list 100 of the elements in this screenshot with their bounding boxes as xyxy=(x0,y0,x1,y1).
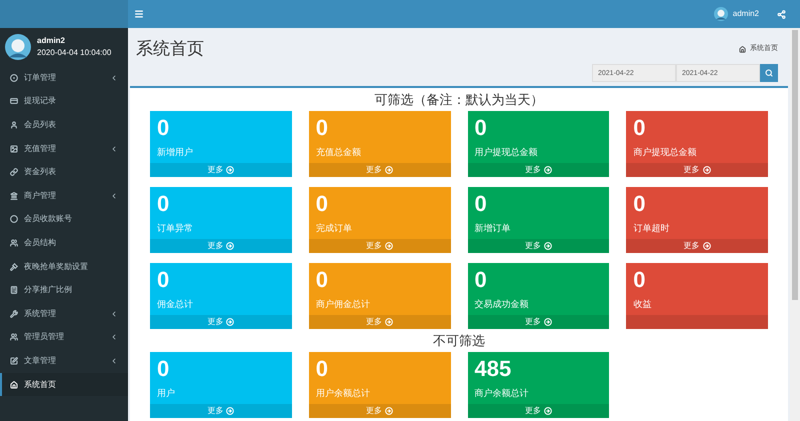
stat-label: 用户提现总金额 xyxy=(474,146,538,159)
home-icon xyxy=(10,380,18,389)
sidebar-item[interactable]: 系统管理 xyxy=(0,302,128,326)
calculator-icon xyxy=(10,286,18,294)
sidebar-item[interactable]: 分享推广比例 xyxy=(0,278,128,302)
scrollbar-thumb[interactable] xyxy=(792,30,798,300)
sidebar-item[interactable]: 文章管理 xyxy=(0,349,128,373)
bank-icon xyxy=(10,192,18,200)
target-icon xyxy=(10,74,18,82)
stat-value: 0 xyxy=(157,267,170,293)
more-link[interactable]: 更多 xyxy=(684,164,711,176)
sidebar-item[interactable]: 会员收款账号 xyxy=(0,208,128,232)
sidebar-item[interactable]: 系统首页 xyxy=(0,372,128,396)
stat-value: 0 xyxy=(633,267,646,293)
sidebar-label: 系统管理 xyxy=(24,308,57,320)
arrow-circle-icon xyxy=(544,166,552,174)
arrow-circle-icon xyxy=(226,166,234,174)
stat-value: 0 xyxy=(474,191,487,217)
share-icon[interactable] xyxy=(777,10,786,18)
sidebar-label: 管理员管理 xyxy=(24,331,65,344)
stat-label: 商户佣金总计 xyxy=(316,298,370,311)
arrow-circle-icon xyxy=(385,166,394,174)
arrow-circle-icon xyxy=(702,242,711,250)
sidebar-item[interactable]: 充值管理 xyxy=(0,136,128,160)
search-icon xyxy=(765,69,773,77)
stat-label: 新增订单 xyxy=(474,222,510,235)
stat-value: 0 xyxy=(316,356,328,382)
arrow-circle-icon xyxy=(385,242,394,250)
home-icon xyxy=(739,46,746,52)
arrow-circle-icon xyxy=(226,318,234,326)
stat-value: 0 xyxy=(157,191,170,217)
users-icon xyxy=(10,333,18,342)
section-heading: 不可筛选 xyxy=(433,333,485,349)
arrow-circle-icon xyxy=(385,318,394,326)
arrow-circle-icon xyxy=(544,242,552,250)
edit-icon xyxy=(10,356,18,365)
more-link[interactable]: 更多 xyxy=(524,164,552,176)
stat-label: 用户 xyxy=(157,387,175,400)
sidebar-item[interactable]: 管理员管理 xyxy=(0,326,128,350)
sidebar-label: 提现记录 xyxy=(24,95,57,108)
stat-value: 485 xyxy=(474,356,512,382)
sidebar-item[interactable]: 商户管理 xyxy=(0,184,128,208)
stat-label: 充值总金额 xyxy=(316,146,361,159)
avatar xyxy=(714,7,728,21)
arrow-circle-icon xyxy=(226,242,234,250)
sidebar-label: 会员列表 xyxy=(24,118,57,131)
arrow-circle-icon xyxy=(544,407,552,415)
sidebar-label: 商户管理 xyxy=(24,190,57,202)
stat-value: 0 xyxy=(633,191,646,217)
more-link[interactable]: 更多 xyxy=(524,405,552,417)
more-link[interactable]: 更多 xyxy=(524,240,552,252)
users-icon xyxy=(10,238,18,247)
circle-icon xyxy=(10,215,18,224)
stat-label: 订单超时 xyxy=(633,222,670,235)
stat-label: 商户提现总金额 xyxy=(633,146,696,159)
sidebar-item[interactable]: 资金列表 xyxy=(0,160,128,184)
stat-value: 0 xyxy=(316,115,328,141)
sidebar-label: 系统首页 xyxy=(24,378,57,391)
more-link[interactable]: 更多 xyxy=(684,240,711,252)
sidebar-item[interactable]: 会员结构 xyxy=(0,231,128,255)
avatar xyxy=(5,34,31,60)
sidebar-item[interactable]: 提现记录 xyxy=(0,90,128,114)
stat-value: 0 xyxy=(157,356,170,382)
page-title: 系统首页 xyxy=(136,38,204,60)
stat-label: 收益 xyxy=(633,298,652,311)
image-icon xyxy=(10,144,18,153)
stat-value: 0 xyxy=(157,115,170,141)
stat-value: 0 xyxy=(316,267,328,293)
arrow-circle-icon xyxy=(702,166,711,174)
arrow-circle-icon xyxy=(385,407,394,415)
sidebar-label: 会员结构 xyxy=(24,236,57,249)
more-link[interactable]: 更多 xyxy=(524,316,552,328)
user-icon xyxy=(10,120,18,129)
arrow-circle-icon xyxy=(226,407,234,415)
sidebar-label: 会员收款账号 xyxy=(24,213,73,226)
stat-label: 商户余额总计 xyxy=(474,387,528,400)
sidebar-item[interactable]: 订单管理 xyxy=(0,66,128,90)
link-icon xyxy=(10,168,18,176)
header-user[interactable]: admin2 xyxy=(732,8,759,20)
sidebar-item[interactable]: 夜晚抢单奖励设置 xyxy=(0,254,128,278)
stat-value: 0 xyxy=(474,115,487,141)
menu-icon[interactable] xyxy=(134,9,144,19)
section-heading: 可筛选（备注：默认为当天） xyxy=(374,92,544,108)
sidebar-label: 资金列表 xyxy=(24,166,57,178)
login-time: 2020-04-04 10:04:00 xyxy=(37,47,112,59)
sidebar-label: 充值管理 xyxy=(24,142,57,155)
stat-label: 交易成功金额 xyxy=(474,298,528,311)
stat-value: 0 xyxy=(474,267,487,293)
gavel-icon xyxy=(10,262,18,271)
search-button[interactable] xyxy=(760,64,778,82)
card-icon xyxy=(10,97,18,106)
stat-label: 用户余额总计 xyxy=(316,387,370,400)
stat-value: 0 xyxy=(633,115,646,141)
user-name: admin2 xyxy=(37,35,66,47)
stat-label: 完成订单 xyxy=(316,222,352,235)
sidebar-label: 分享推广比例 xyxy=(24,284,73,296)
sidebar-label: 文章管理 xyxy=(24,354,57,367)
stat-label: 新增用户 xyxy=(157,146,193,159)
sidebar-item[interactable]: 会员列表 xyxy=(0,113,128,137)
sidebar-label: 夜晚抢单奖励设置 xyxy=(24,260,89,273)
